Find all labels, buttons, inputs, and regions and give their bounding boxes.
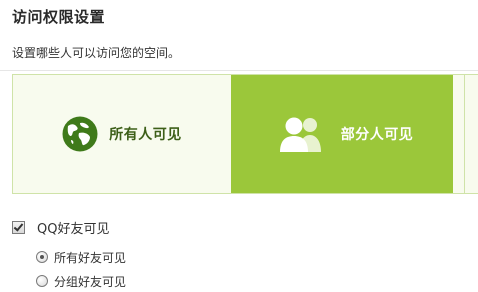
option-everyone-label: 所有人可见	[109, 127, 182, 143]
radio-group-friends[interactable]	[36, 275, 48, 287]
radio-group-friends-row[interactable]: 分组好友可见	[36, 273, 126, 289]
option-everyone[interactable]: 所有人可见	[12, 75, 231, 193]
radio-group-friends-label: 分组好友可见	[54, 274, 127, 289]
radio-all-friends-label: 所有好友可见	[54, 250, 127, 265]
radio-all-friends-row[interactable]: 所有好友可见	[36, 249, 126, 265]
divider	[0, 70, 478, 71]
qq-friends-row[interactable]: QQ好友可见	[12, 218, 110, 237]
option-partial[interactable]: 部分人可见	[231, 75, 453, 193]
option-partial-label: 部分人可见	[340, 127, 414, 143]
option-next-partial[interactable]	[453, 75, 478, 193]
radio-all-friends[interactable]	[36, 251, 48, 263]
selected-caret	[319, 118, 341, 128]
page-title: 访问权限设置	[12, 8, 106, 26]
page-subtitle: 设置哪些人可以访问您的空间。	[12, 46, 181, 60]
globe-icon	[61, 115, 99, 153]
visibility-options: 所有人可见 部分人可见	[12, 74, 478, 194]
qq-friends-checkbox[interactable]	[12, 220, 25, 234]
qq-friends-label: QQ好友可见	[37, 221, 110, 237]
